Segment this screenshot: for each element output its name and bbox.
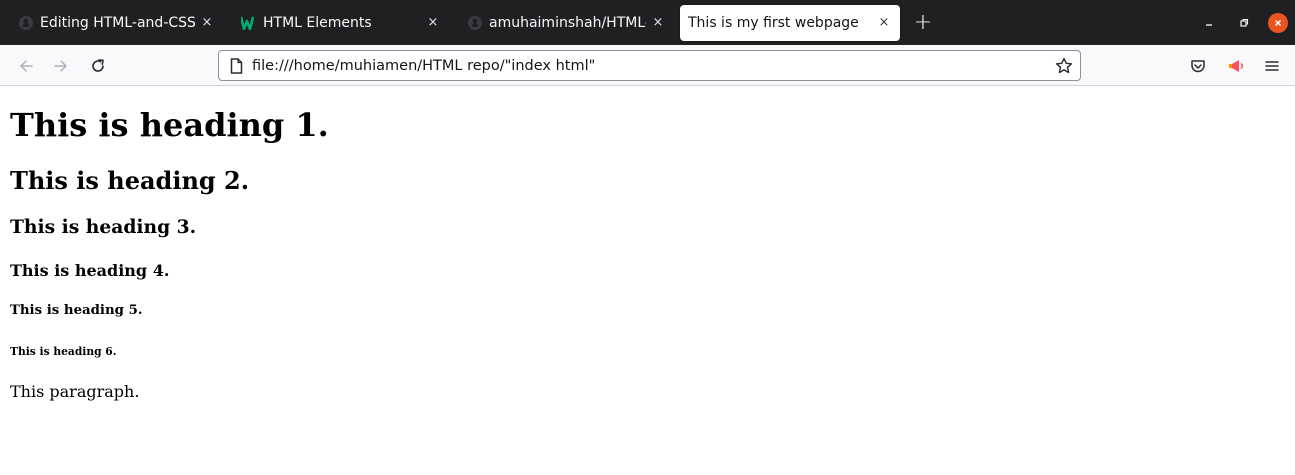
tab-title: amuhaiminshah/HTML-an	[489, 15, 646, 31]
github-icon	[467, 15, 483, 31]
address-bar[interactable]: file:///home/muhiamen/HTML repo/"index h…	[218, 50, 1081, 81]
w3schools-icon	[241, 15, 257, 31]
close-icon[interactable]: ×	[425, 15, 441, 31]
pocket-button[interactable]	[1187, 55, 1209, 77]
restore-icon	[1240, 18, 1249, 27]
tab-github-repo[interactable]: amuhaiminshah/HTML-an ×	[455, 5, 674, 41]
url-text[interactable]: file:///home/muhiamen/HTML repo/"index h…	[252, 58, 1054, 74]
navigation-toolbar: file:///home/muhiamen/HTML repo/"index h…	[0, 45, 1295, 86]
minimize-icon	[1206, 24, 1212, 26]
close-icon[interactable]: ×	[876, 15, 892, 31]
extension-button[interactable]	[1225, 55, 1247, 77]
tab-title: This is my first webpage	[688, 15, 859, 31]
heading-5: This is heading 5.	[10, 303, 143, 318]
close-icon	[1274, 19, 1282, 27]
page-icon	[228, 57, 244, 74]
github-icon	[18, 15, 34, 31]
window-close-button[interactable]	[1268, 13, 1288, 33]
tab-title: HTML Elements	[263, 15, 372, 31]
heading-3: This is heading 3.	[10, 216, 197, 238]
heading-1: This is heading 1.	[10, 106, 329, 144]
tab-html-elements[interactable]: HTML Elements ×	[229, 5, 449, 41]
heading-4: This is heading 4.	[10, 261, 170, 280]
page-content: This is heading 1. This is heading 2. Th…	[0, 86, 1295, 475]
close-icon[interactable]: ×	[199, 15, 215, 31]
tab-strip: Editing HTML-and-CSS-cr × HTML Elements …	[0, 0, 1295, 45]
hamburger-menu-icon	[1265, 61, 1279, 71]
reload-icon	[92, 59, 104, 72]
tab-first-webpage[interactable]: This is my first webpage ×	[680, 5, 900, 41]
forward-button[interactable]	[48, 53, 74, 79]
close-icon[interactable]: ×	[650, 15, 666, 31]
arrow-right-icon	[54, 60, 67, 72]
heading-2: This is heading 2.	[10, 166, 250, 195]
minimize-button[interactable]	[1199, 13, 1219, 33]
bookmark-star-icon[interactable]	[1054, 56, 1074, 76]
arrow-left-icon	[20, 60, 33, 72]
tab-title: Editing HTML-and-CSS-cr	[40, 15, 195, 31]
heading-6: This is heading 6.	[10, 345, 117, 358]
megaphone-icon	[1229, 60, 1243, 72]
tab-editing-html[interactable]: Editing HTML-and-CSS-cr ×	[6, 5, 223, 41]
new-tab-button[interactable]: +	[909, 9, 937, 37]
restore-button[interactable]	[1234, 13, 1254, 33]
reload-button[interactable]	[85, 53, 111, 79]
paragraph: This paragraph.	[10, 382, 140, 401]
menu-button[interactable]	[1261, 55, 1283, 77]
pocket-icon	[1191, 60, 1205, 73]
back-button[interactable]	[13, 53, 39, 79]
